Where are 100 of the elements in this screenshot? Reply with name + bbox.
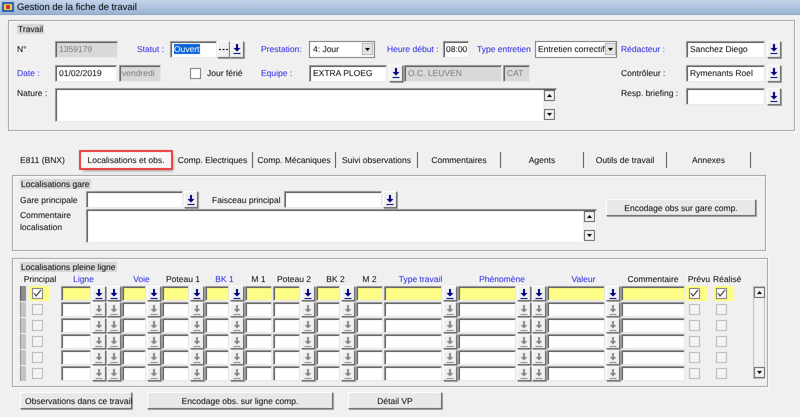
download-button[interactable]: [92, 286, 106, 301]
action-button[interactable]: Encodage obs. sur ligne comp.: [147, 392, 333, 409]
principal-checkbox[interactable]: [32, 320, 43, 331]
done-checkbox[interactable]: [716, 304, 727, 315]
download-button[interactable]: [389, 64, 403, 82]
status-field[interactable]: Ouvert: [170, 40, 217, 58]
planned-checkbox[interactable]: [689, 368, 700, 379]
tab[interactable]: Agents: [501, 152, 584, 168]
download-button[interactable]: [517, 286, 531, 301]
input-field[interactable]: [384, 334, 442, 349]
input-field[interactable]: [273, 286, 300, 301]
time-field[interactable]: 08:00: [443, 40, 469, 58]
input-field[interactable]: [205, 366, 229, 381]
input-field[interactable]: [356, 318, 383, 333]
input-field[interactable]: [621, 334, 685, 349]
done-checkbox[interactable]: [716, 288, 727, 299]
controller-field[interactable]: Rymenants Roel: [686, 64, 765, 82]
input-field[interactable]: [122, 318, 146, 333]
input-field[interactable]: [621, 350, 685, 365]
input-field[interactable]: [384, 302, 442, 317]
scroll-down-icon[interactable]: [544, 109, 554, 120]
input-field[interactable]: [547, 366, 605, 381]
scroll-up-icon[interactable]: [584, 211, 594, 222]
input-field[interactable]: [61, 366, 91, 381]
planned-checkbox[interactable]: [689, 304, 700, 315]
tab[interactable]: Localisations et obs.: [81, 152, 171, 168]
input-field[interactable]: [458, 334, 516, 349]
input-field[interactable]: [61, 318, 91, 333]
tab[interactable]: Comp. Mécaniques: [253, 152, 336, 168]
input-field[interactable]: [316, 318, 340, 333]
input-field[interactable]: [162, 334, 189, 349]
scrollbar[interactable]: [753, 286, 765, 379]
input-field[interactable]: [316, 286, 340, 301]
briefing-field[interactable]: [686, 88, 765, 105]
comment-text-area[interactable]: [86, 209, 597, 243]
download-button[interactable]: [341, 286, 355, 301]
input-field[interactable]: [61, 334, 91, 349]
input-field[interactable]: [356, 302, 383, 317]
input-field[interactable]: [245, 366, 272, 381]
principal-checkbox[interactable]: [32, 304, 43, 315]
input-field[interactable]: [273, 334, 300, 349]
more-button[interactable]: [217, 40, 230, 58]
download-button[interactable]: [147, 286, 161, 301]
planned-checkbox[interactable]: [689, 336, 700, 347]
download-button[interactable]: [443, 286, 457, 301]
tab[interactable]: Annexes: [667, 152, 751, 168]
input-field[interactable]: [122, 350, 146, 365]
input-field[interactable]: [162, 366, 189, 381]
planned-checkbox[interactable]: [689, 320, 700, 331]
encode-button[interactable]: Encodage obs sur gare comp.: [606, 199, 756, 216]
input-field[interactable]: [245, 286, 272, 301]
prestation-select[interactable]: 4: Jour: [309, 40, 375, 58]
scroll-down-icon[interactable]: [754, 367, 764, 378]
input-field[interactable]: [205, 334, 229, 349]
input-field[interactable]: [273, 350, 300, 365]
tab[interactable]: Commentaires: [418, 152, 501, 168]
input-field[interactable]: [356, 366, 383, 381]
scroll-up-icon[interactable]: [754, 287, 764, 298]
input-field[interactable]: [162, 286, 189, 301]
input-field[interactable]: [61, 350, 91, 365]
scrollbar[interactable]: [543, 90, 555, 120]
input-field[interactable]: [547, 302, 605, 317]
input-field[interactable]: [205, 286, 229, 301]
input-field[interactable]: [316, 350, 340, 365]
download-button[interactable]: [532, 286, 546, 301]
principal-checkbox[interactable]: [32, 368, 43, 379]
author-field[interactable]: Sanchez Diego: [686, 40, 765, 58]
input-field[interactable]: [162, 302, 189, 317]
input-field[interactable]: [458, 318, 516, 333]
input-field[interactable]: [245, 350, 272, 365]
input-field[interactable]: [122, 366, 146, 381]
date-field[interactable]: 01/02/2019: [55, 64, 117, 82]
done-checkbox[interactable]: [716, 368, 727, 379]
input-field[interactable]: [384, 318, 442, 333]
input-field[interactable]: [316, 366, 340, 381]
input-field[interactable]: [61, 286, 91, 301]
principal-checkbox[interactable]: [32, 336, 43, 347]
input-field[interactable]: [122, 334, 146, 349]
input-field[interactable]: [273, 318, 300, 333]
action-button[interactable]: Observations dans ce travail: [20, 392, 132, 409]
maintenance-type-select[interactable]: Entretien correctif: [535, 40, 617, 58]
nature-text-area[interactable]: [55, 88, 557, 122]
scroll-down-icon[interactable]: [584, 230, 594, 241]
scrollbar[interactable]: [583, 211, 595, 241]
input-field[interactable]: [458, 350, 516, 365]
input-field[interactable]: [273, 302, 300, 317]
principal-checkbox[interactable]: [32, 288, 43, 299]
tab[interactable]: Suivi observations: [336, 152, 418, 168]
input-field[interactable]: [458, 286, 516, 301]
input-field[interactable]: [205, 302, 229, 317]
input-field[interactable]: [245, 302, 272, 317]
input-field[interactable]: [547, 350, 605, 365]
input-field[interactable]: [547, 286, 605, 301]
input-field[interactable]: [122, 302, 146, 317]
station-field[interactable]: [86, 191, 183, 208]
download-button[interactable]: [767, 64, 781, 82]
download-button[interactable]: [230, 40, 244, 58]
download-button[interactable]: [606, 286, 620, 301]
team-field[interactable]: EXTRA PLOEG: [309, 64, 387, 82]
holiday-checkbox[interactable]: [190, 68, 201, 78]
